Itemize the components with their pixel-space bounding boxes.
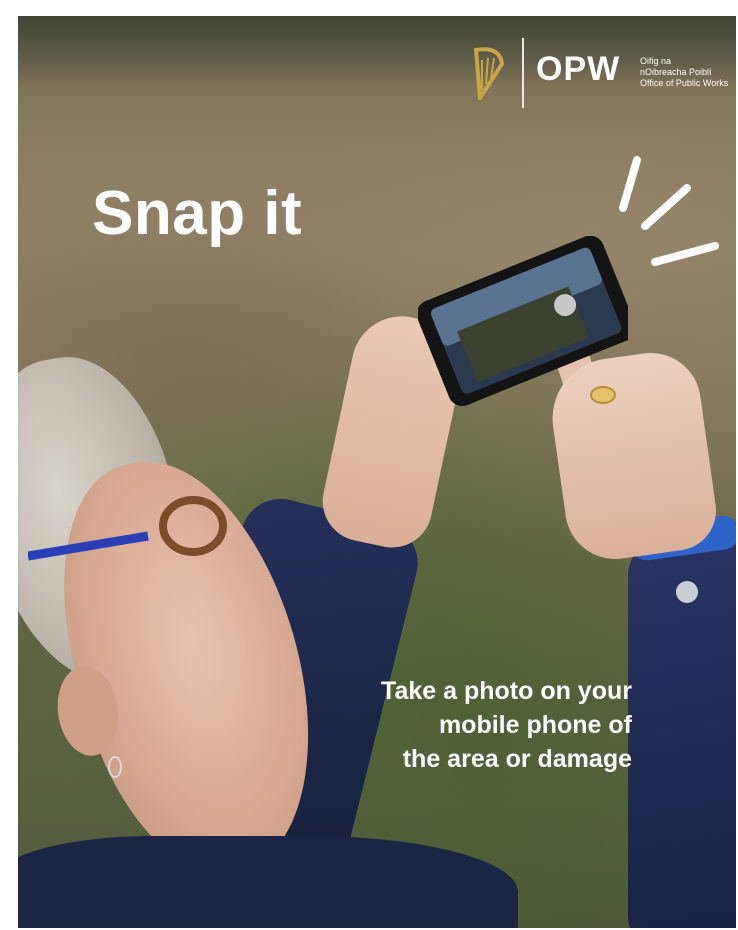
caption: Take a photo on your mobile phone of the… xyxy=(340,674,632,776)
opw-subtitle: Oifig na nOibreacha Poiblí Office of Pub… xyxy=(640,56,728,89)
mobile-phone xyxy=(418,236,628,406)
opw-subtitle-line1: Oifig na xyxy=(640,56,672,66)
earring xyxy=(108,756,122,778)
jacket-snap-button xyxy=(676,581,698,603)
opw-wordmark: OPW xyxy=(536,50,621,88)
caption-line2: mobile phone of xyxy=(438,711,632,739)
opw-subtitle-line2: nOibreacha Poiblí xyxy=(640,67,712,77)
opw-subtitle-line3: Office of Public Works xyxy=(640,78,729,88)
caption-line1: Take a photo on your xyxy=(381,677,632,705)
opw-logo: OPW Oifig na nOibreacha Poiblí Office of… xyxy=(470,38,730,108)
glasses xyxy=(28,496,227,561)
sparkle-icon xyxy=(619,156,719,266)
logo-divider xyxy=(522,38,524,108)
person-jacket xyxy=(18,836,518,928)
headline: Snap it xyxy=(92,179,303,248)
harp-icon xyxy=(473,47,505,100)
caption-line3: the area or damage xyxy=(402,745,632,773)
